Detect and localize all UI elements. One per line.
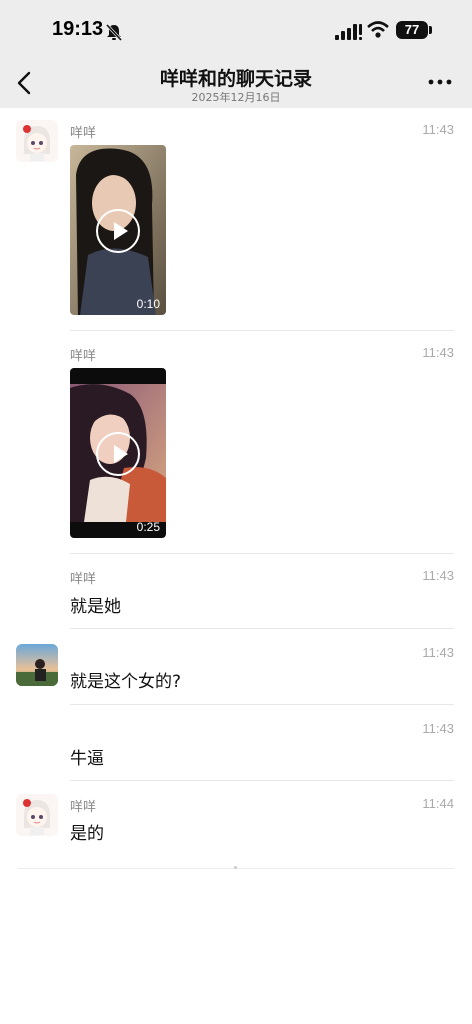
video-message[interactable]: 0:10: [70, 145, 166, 315]
mute-bell-icon: [105, 23, 123, 42]
message-text: 是的: [70, 824, 104, 844]
message-time: 11:43: [422, 645, 454, 660]
sender-name: 咩咩: [70, 349, 97, 364]
battery-tip: [429, 26, 432, 34]
nav-bar: 咩咩和的聊天记录 2025年12月16日: [0, 58, 472, 108]
anime-avatar-icon: [16, 794, 58, 836]
avatar-anime-girl[interactable]: [16, 794, 58, 836]
page-date: 2025年12月16日: [191, 91, 281, 104]
photo-avatar-icon: [16, 644, 58, 686]
message-text: 就是这个女的?: [70, 672, 182, 692]
video-duration: 0:10: [136, 297, 160, 311]
status-time: 19:13: [52, 18, 104, 40]
status-bar: 19:13 77: [0, 0, 472, 58]
sender-name: 咩咩: [70, 126, 97, 141]
play-icon[interactable]: [96, 432, 140, 476]
message-divider: [70, 704, 454, 705]
sender-name: 咩咩: [70, 572, 97, 587]
anime-avatar-icon: [16, 120, 58, 162]
play-icon[interactable]: [96, 209, 140, 253]
message-text: 牛逼: [70, 749, 104, 769]
message-divider: [70, 780, 454, 781]
sender-name: 咩咩: [70, 800, 97, 815]
battery-indicator: 77: [396, 21, 428, 39]
video-duration: 0:25: [136, 520, 160, 534]
message-divider: [70, 330, 454, 331]
page-title: 咩咩和的聊天记录: [159, 68, 312, 90]
message-divider: [70, 553, 454, 554]
wifi-icon: [367, 21, 389, 38]
signal-icon: [335, 24, 362, 40]
message-time: 11:43: [422, 345, 454, 360]
message-time: 11:43: [422, 122, 454, 137]
end-dot: [234, 866, 237, 869]
message-time: 11:43: [422, 568, 454, 583]
message-divider: [70, 628, 454, 629]
message-time: 11:44: [422, 796, 454, 811]
avatar-photo[interactable]: [16, 644, 58, 686]
video-message[interactable]: 0:25: [70, 368, 166, 538]
avatar-anime-girl[interactable]: [16, 120, 58, 162]
message-text: 就是她: [70, 597, 121, 617]
message-time: 11:43: [422, 721, 454, 736]
more-options-icon[interactable]: [428, 78, 452, 86]
